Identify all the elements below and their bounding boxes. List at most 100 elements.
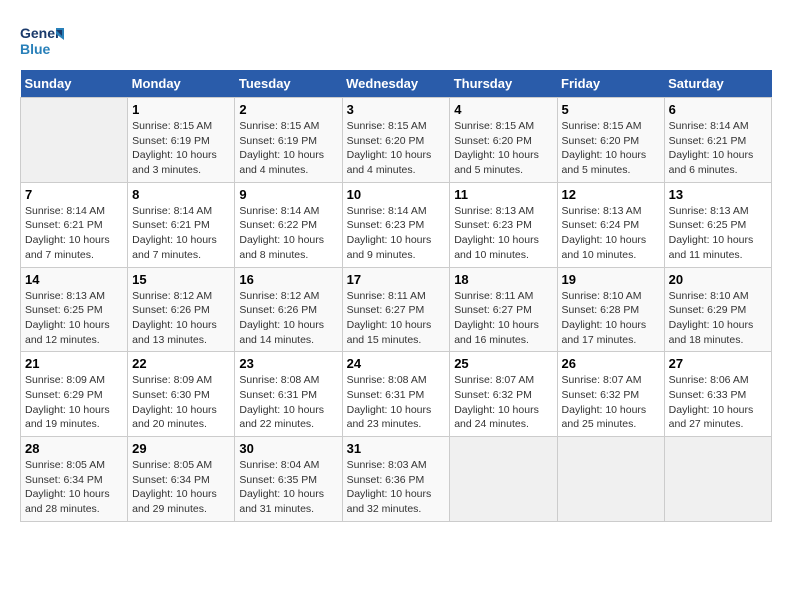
svg-text:Blue: Blue (20, 41, 51, 57)
day-number: 24 (347, 356, 446, 371)
day-number: 30 (239, 441, 337, 456)
day-number: 25 (454, 356, 552, 371)
calendar-cell: 19Sunrise: 8:10 AMSunset: 6:28 PMDayligh… (557, 267, 664, 352)
day-number: 28 (25, 441, 123, 456)
day-number: 21 (25, 356, 123, 371)
calendar-cell: 1 Sunrise: 8:15 AMSunset: 6:19 PMDaylight… (128, 98, 235, 183)
col-header-friday: Friday (557, 70, 664, 98)
calendar-cell: 31 Sunrise: 8:03 AMSunset: 6:36 PMDayligh… (342, 437, 450, 522)
day-info: Sunrise: 8:11 AMSunset: 6:27 PMDaylight:… (454, 289, 552, 348)
day-number: 10 (347, 187, 446, 202)
day-info: Sunrise: 8:04 AMSunset: 6:35 PMDaylight:… (239, 458, 337, 517)
col-header-thursday: Thursday (450, 70, 557, 98)
calendar-cell: 8 Sunrise: 8:14 AMSunset: 6:21 PMDaylight… (128, 182, 235, 267)
day-number: 8 (132, 187, 230, 202)
week-row-3: 14 Sunrise: 8:13 AMSunset: 6:25 PMDayligh… (21, 267, 772, 352)
calendar-header-row: SundayMondayTuesdayWednesdayThursdayFrid… (21, 70, 772, 98)
day-info: Sunrise: 8:14 AMSunset: 6:21 PMDaylight:… (669, 119, 767, 178)
calendar-cell: 9 Sunrise: 8:14 AMSunset: 6:22 PMDaylight… (235, 182, 342, 267)
calendar-cell: 12 Sunrise: 8:13 AMSunset: 6:24 PMDayligh… (557, 182, 664, 267)
day-info: Sunrise: 8:13 AMSunset: 6:25 PMDaylight:… (669, 204, 767, 263)
calendar-cell: 13 Sunrise: 8:13 AMSunset: 6:25 PMDayligh… (664, 182, 771, 267)
calendar-cell: 30 Sunrise: 8:04 AMSunset: 6:35 PMDayligh… (235, 437, 342, 522)
day-number: 18 (454, 272, 552, 287)
calendar-cell: 6 Sunrise: 8:14 AMSunset: 6:21 PMDaylight… (664, 98, 771, 183)
day-info: Sunrise: 8:13 AMSunset: 6:24 PMDaylight:… (562, 204, 660, 263)
calendar-cell: 4Sunrise: 8:15 AMSunset: 6:20 PMDaylight… (450, 98, 557, 183)
calendar-cell: 5 Sunrise: 8:15 AMSunset: 6:20 PMDaylight… (557, 98, 664, 183)
calendar-cell: 23Sunrise: 8:08 AMSunset: 6:31 PMDayligh… (235, 352, 342, 437)
week-row-2: 7 Sunrise: 8:14 AMSunset: 6:21 PMDaylight… (21, 182, 772, 267)
day-number: 7 (25, 187, 123, 202)
day-info: Sunrise: 8:03 AMSunset: 6:36 PMDaylight:… (347, 458, 446, 517)
day-info: Sunrise: 8:07 AMSunset: 6:32 PMDaylight:… (562, 373, 660, 432)
calendar-cell: 16 Sunrise: 8:12 AMSunset: 6:26 PMDayligh… (235, 267, 342, 352)
calendar-cell (450, 437, 557, 522)
calendar-cell (664, 437, 771, 522)
day-number: 6 (669, 102, 767, 117)
day-number: 3 (347, 102, 446, 117)
day-info: Sunrise: 8:06 AMSunset: 6:33 PMDaylight:… (669, 373, 767, 432)
day-info: Sunrise: 8:12 AMSunset: 6:26 PMDaylight:… (239, 289, 337, 348)
calendar-cell: 2 Sunrise: 8:15 AMSunset: 6:19 PMDaylight… (235, 98, 342, 183)
day-info: Sunrise: 8:15 AMSunset: 6:20 PMDaylight:… (562, 119, 660, 178)
day-info: Sunrise: 8:15 AMSunset: 6:20 PMDaylight:… (347, 119, 446, 178)
header: General Blue (20, 20, 772, 60)
day-info: Sunrise: 8:14 AMSunset: 6:22 PMDaylight:… (239, 204, 337, 263)
day-info: Sunrise: 8:08 AMSunset: 6:31 PMDaylight:… (239, 373, 337, 432)
day-number: 20 (669, 272, 767, 287)
day-info: Sunrise: 8:15 AMSunset: 6:19 PMDaylight:… (239, 119, 337, 178)
week-row-5: 28 Sunrise: 8:05 AMSunset: 6:34 PMDayligh… (21, 437, 772, 522)
day-info: Sunrise: 8:13 AMSunset: 6:25 PMDaylight:… (25, 289, 123, 348)
day-info: Sunrise: 8:08 AMSunset: 6:31 PMDaylight:… (347, 373, 446, 432)
day-info: Sunrise: 8:05 AMSunset: 6:34 PMDaylight:… (25, 458, 123, 517)
day-number: 12 (562, 187, 660, 202)
day-number: 15 (132, 272, 230, 287)
calendar-cell: 27Sunrise: 8:06 AMSunset: 6:33 PMDayligh… (664, 352, 771, 437)
day-number: 14 (25, 272, 123, 287)
day-info: Sunrise: 8:13 AMSunset: 6:23 PMDaylight:… (454, 204, 552, 263)
day-info: Sunrise: 8:14 AMSunset: 6:21 PMDaylight:… (132, 204, 230, 263)
day-info: Sunrise: 8:14 AMSunset: 6:23 PMDaylight:… (347, 204, 446, 263)
day-number: 9 (239, 187, 337, 202)
logo: General Blue (20, 20, 64, 60)
calendar-cell: 22 Sunrise: 8:09 AMSunset: 6:30 PMDayligh… (128, 352, 235, 437)
calendar-cell: 25Sunrise: 8:07 AMSunset: 6:32 PMDayligh… (450, 352, 557, 437)
day-number: 5 (562, 102, 660, 117)
day-info: Sunrise: 8:12 AMSunset: 6:26 PMDaylight:… (132, 289, 230, 348)
calendar-cell: 11Sunrise: 8:13 AMSunset: 6:23 PMDayligh… (450, 182, 557, 267)
calendar-cell: 3 Sunrise: 8:15 AMSunset: 6:20 PMDaylight… (342, 98, 450, 183)
calendar-cell: 14 Sunrise: 8:13 AMSunset: 6:25 PMDayligh… (21, 267, 128, 352)
calendar-cell: 21Sunrise: 8:09 AMSunset: 6:29 PMDayligh… (21, 352, 128, 437)
day-number: 29 (132, 441, 230, 456)
col-header-wednesday: Wednesday (342, 70, 450, 98)
col-header-saturday: Saturday (664, 70, 771, 98)
day-number: 17 (347, 272, 446, 287)
day-info: Sunrise: 8:15 AMSunset: 6:20 PMDaylight:… (454, 119, 552, 178)
col-header-monday: Monday (128, 70, 235, 98)
calendar-cell: 10 Sunrise: 8:14 AMSunset: 6:23 PMDayligh… (342, 182, 450, 267)
calendar-cell: 28 Sunrise: 8:05 AMSunset: 6:34 PMDayligh… (21, 437, 128, 522)
col-header-tuesday: Tuesday (235, 70, 342, 98)
day-number: 16 (239, 272, 337, 287)
calendar-cell: 18 Sunrise: 8:11 AMSunset: 6:27 PMDayligh… (450, 267, 557, 352)
day-number: 22 (132, 356, 230, 371)
day-info: Sunrise: 8:11 AMSunset: 6:27 PMDaylight:… (347, 289, 446, 348)
day-info: Sunrise: 8:15 AMSunset: 6:19 PMDaylight:… (132, 119, 230, 178)
calendar-cell (21, 98, 128, 183)
day-number: 2 (239, 102, 337, 117)
day-number: 26 (562, 356, 660, 371)
calendar-cell: 7 Sunrise: 8:14 AMSunset: 6:21 PMDaylight… (21, 182, 128, 267)
logo-icon: General Blue (20, 20, 64, 60)
day-info: Sunrise: 8:10 AMSunset: 6:29 PMDaylight:… (669, 289, 767, 348)
calendar-cell: 20 Sunrise: 8:10 AMSunset: 6:29 PMDayligh… (664, 267, 771, 352)
day-number: 1 (132, 102, 230, 117)
day-number: 19 (562, 272, 660, 287)
col-header-sunday: Sunday (21, 70, 128, 98)
day-number: 31 (347, 441, 446, 456)
week-row-1: 1 Sunrise: 8:15 AMSunset: 6:19 PMDaylight… (21, 98, 772, 183)
day-number: 13 (669, 187, 767, 202)
day-info: Sunrise: 8:14 AMSunset: 6:21 PMDaylight:… (25, 204, 123, 263)
day-info: Sunrise: 8:09 AMSunset: 6:30 PMDaylight:… (132, 373, 230, 432)
calendar-cell: 29Sunrise: 8:05 AMSunset: 6:34 PMDayligh… (128, 437, 235, 522)
